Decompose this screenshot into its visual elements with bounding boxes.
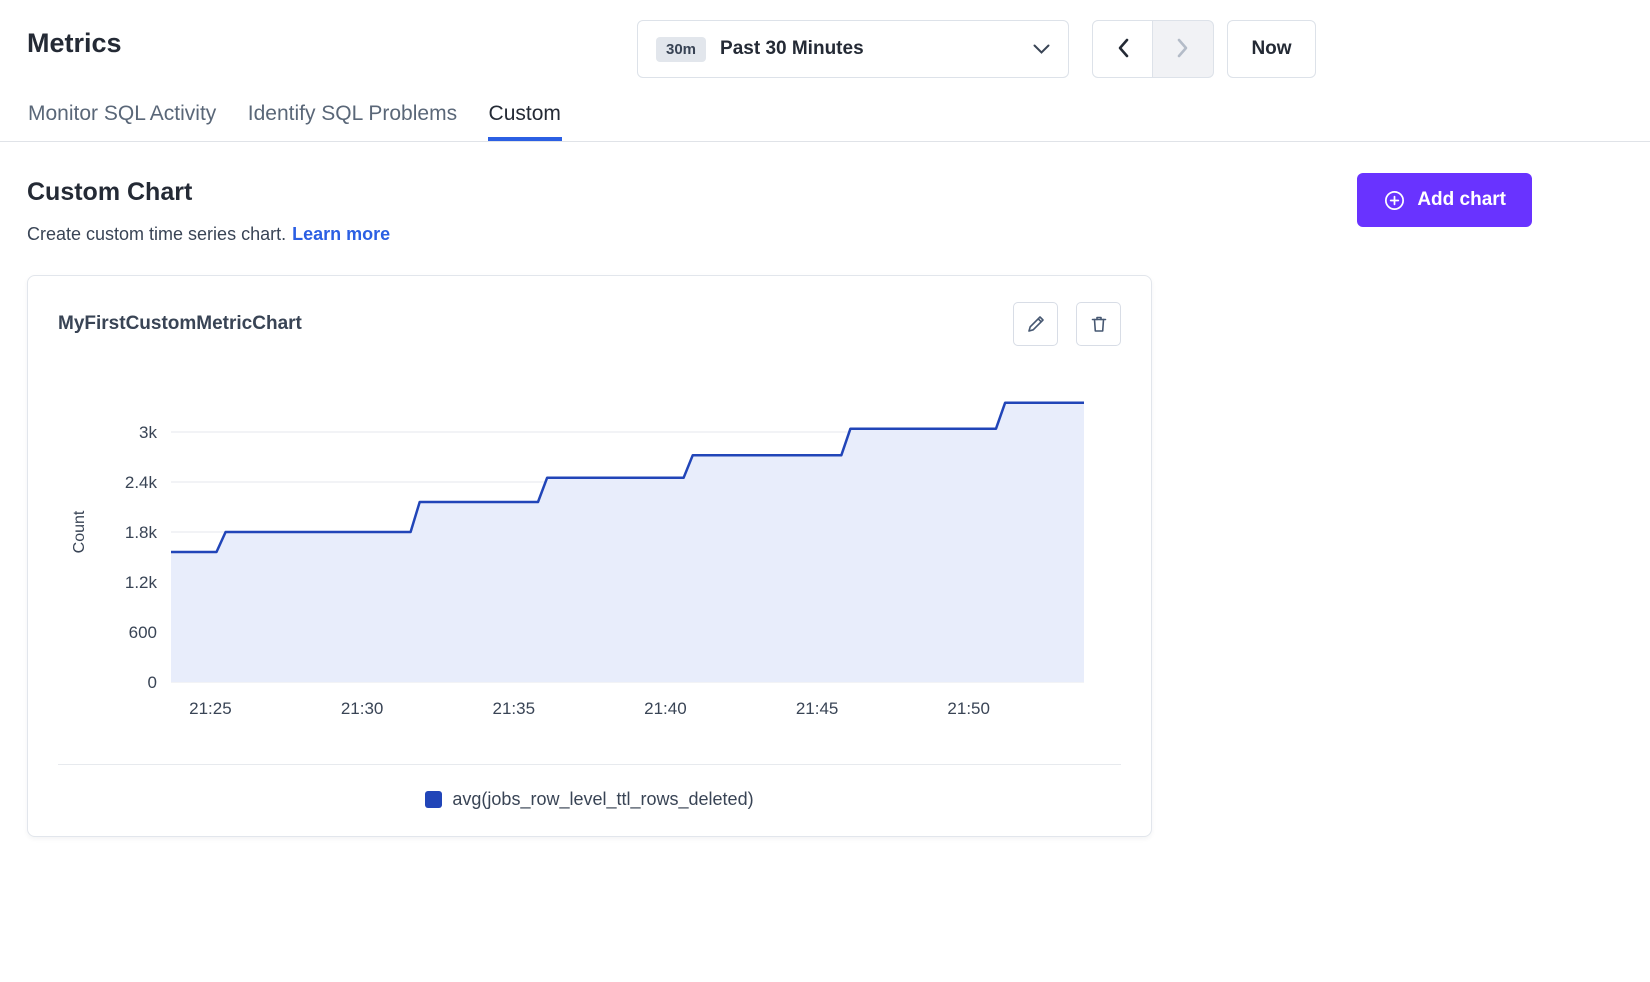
chart-card-actions xyxy=(1013,302,1121,346)
svg-text:2.4k: 2.4k xyxy=(125,473,158,492)
topbar: Metrics 30m Past 30 Minutes Now xyxy=(0,0,1650,96)
svg-text:1.8k: 1.8k xyxy=(125,523,158,542)
svg-text:3k: 3k xyxy=(139,423,157,442)
svg-text:600: 600 xyxy=(129,623,157,642)
time-range-label: Past 30 Minutes xyxy=(720,38,864,60)
legend-swatch xyxy=(425,791,442,808)
tab-bar: Monitor SQL Activity Identify SQL Proble… xyxy=(0,96,1650,142)
learn-more-link[interactable]: Learn more xyxy=(292,224,390,244)
edit-chart-button[interactable] xyxy=(1013,302,1058,346)
metrics-page: Metrics 30m Past 30 Minutes Now Monitor … xyxy=(0,0,1650,837)
custom-chart-section: Custom Chart Create custom time series c… xyxy=(0,142,1650,245)
chart-legend: avg(jobs_row_level_ttl_rows_deleted) xyxy=(58,789,1121,810)
svg-text:21:30: 21:30 xyxy=(341,699,384,718)
card-divider xyxy=(58,764,1121,765)
legend-label: avg(jobs_row_level_ttl_rows_deleted) xyxy=(452,789,753,810)
page-title: Metrics xyxy=(27,28,122,59)
tab-custom[interactable]: Custom xyxy=(488,96,562,141)
svg-text:1.2k: 1.2k xyxy=(125,573,158,592)
time-range-badge: 30m xyxy=(656,37,706,62)
svg-text:21:40: 21:40 xyxy=(644,699,687,718)
tab-identify-sql-problems[interactable]: Identify SQL Problems xyxy=(247,96,458,141)
metric-chart: 0 600 1.2k 1.8k 2.4k 3k 21:25 21:30 21:35 21:40 21… xyxy=(58,364,1118,724)
svg-text:21:35: 21:35 xyxy=(493,699,536,718)
tab-monitor-sql-activity[interactable]: Monitor SQL Activity xyxy=(27,96,217,141)
add-chart-button[interactable]: Add chart xyxy=(1357,173,1532,227)
svg-text:21:25: 21:25 xyxy=(189,699,232,718)
time-range-selector[interactable]: 30m Past 30 Minutes xyxy=(637,20,1069,78)
plus-circle-icon xyxy=(1383,189,1406,212)
now-button[interactable]: Now xyxy=(1227,20,1316,78)
subtitle-text: Create custom time series chart. xyxy=(27,224,286,244)
chevron-down-icon xyxy=(1033,44,1050,55)
chart-title: MyFirstCustomMetricChart xyxy=(58,313,302,335)
chart-card-header: MyFirstCustomMetricChart xyxy=(58,302,1121,346)
chevron-right-icon xyxy=(1176,37,1190,62)
svg-text:21:45: 21:45 xyxy=(796,699,839,718)
svg-text:0: 0 xyxy=(148,673,157,692)
chevron-left-icon xyxy=(1116,37,1130,62)
add-chart-label: Add chart xyxy=(1417,189,1506,211)
section-subtitle: Create custom time series chart. Learn mo… xyxy=(27,224,1623,245)
pencil-icon xyxy=(1026,314,1046,334)
time-forward-button[interactable] xyxy=(1153,20,1214,78)
trash-icon xyxy=(1089,314,1109,334)
svg-text:Count: Count xyxy=(71,510,88,553)
custom-chart-card: MyFirstCustomMetricChart 0 600 1.2k 1.8k 2.4… xyxy=(27,275,1152,837)
svg-text:21:50: 21:50 xyxy=(947,699,990,718)
delete-chart-button[interactable] xyxy=(1076,302,1121,346)
time-nav-group xyxy=(1092,20,1214,78)
time-back-button[interactable] xyxy=(1092,20,1153,78)
